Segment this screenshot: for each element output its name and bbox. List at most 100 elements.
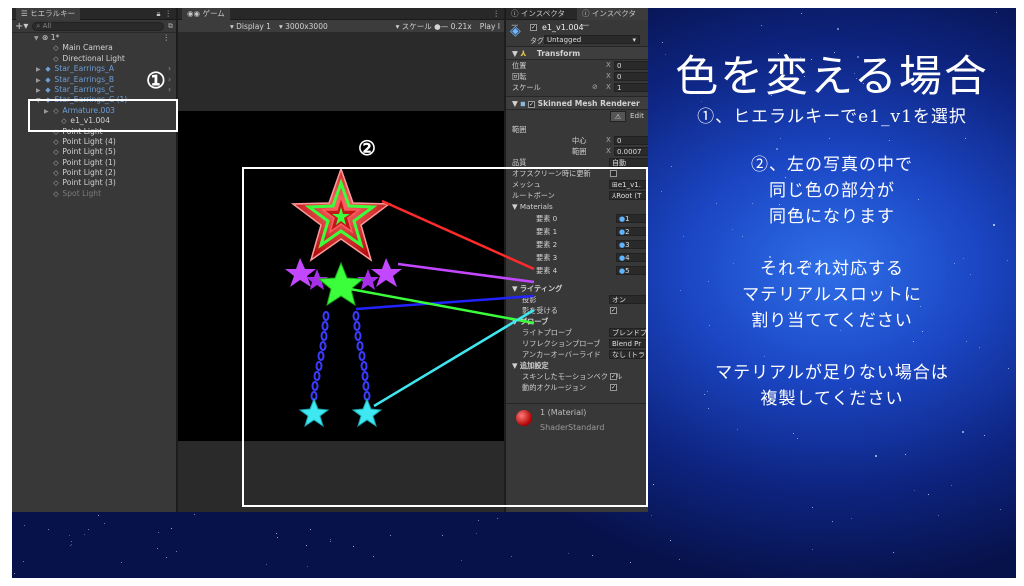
search-input[interactable]: ⌕ All <box>32 21 164 31</box>
object-name: e1_v1.004 <box>542 23 584 32</box>
center-x-label: X <box>606 136 611 144</box>
menu-dots-icon[interactable]: ⋮ <box>165 9 173 18</box>
game-menu-icon[interactable]: ⋮ <box>493 9 501 18</box>
display-dropdown[interactable]: ▾ Display 1 <box>230 22 271 31</box>
skinned-mesh-renderer-header[interactable]: ▼ ⧈ ✓ Skinned Mesh Renderer <box>506 96 648 110</box>
play-focused-dropdown[interactable]: Play I <box>480 22 500 31</box>
chevron-right-icon[interactable]: › <box>168 85 171 95</box>
hierarchy-item[interactable]: ◇ Main Camera <box>12 43 176 53</box>
active-checkbox[interactable]: ✓ <box>530 24 537 31</box>
rotation-x-label: X <box>606 72 611 80</box>
background-star <box>811 548 813 550</box>
inspector-header: ⓘ インスペクター ⓘ インスペクター <box>506 8 648 30</box>
tag-dropdown[interactable]: Untagged ▾ <box>544 35 640 44</box>
marker-2: ② <box>358 136 376 160</box>
renderer-enabled-checkbox[interactable]: ✓ <box>527 100 535 108</box>
hierarchy-item[interactable]: ◇ Point Light (5) <box>12 147 176 157</box>
background-star <box>84 533 86 535</box>
background-star <box>120 561 122 563</box>
scale-value: 0.21x <box>450 21 472 31</box>
hierarchy-item-label: Point Light (5) <box>62 147 116 157</box>
background-star <box>193 514 195 515</box>
hierarchy-item[interactable]: ◇ Point Light (3) <box>12 178 176 188</box>
background-star <box>477 520 479 522</box>
transform-icon: ⅄ <box>520 49 527 58</box>
extent-x-field[interactable]: 0.0007 <box>614 147 648 156</box>
step3-block: それぞれ対応する マテリアルスロットに 割り当ててください <box>648 256 1016 334</box>
rotation-x-field[interactable]: 0 <box>614 72 648 81</box>
hierarchy-item-label: Spot Light <box>62 188 102 198</box>
step1-text: ①、ヒエラルキーでe1_v1を選択 <box>697 107 967 127</box>
step2-line1: ②、左の写真の中で <box>751 155 913 175</box>
tab-hierarchy[interactable]: ☰ ヒエラルキー <box>16 8 81 20</box>
hierarchy-header: ☰ ヒエラルキー 🔒︎ ⋮ <box>12 8 176 20</box>
scale-row: スケール ⊘ X 1 <box>506 82 648 93</box>
display-label: Display 1 <box>236 21 271 31</box>
chevron-right-icon[interactable]: › <box>168 75 171 85</box>
hierarchy-item[interactable]: ◇ Point Light (4) <box>12 137 176 147</box>
background-star <box>679 558 681 560</box>
tab-inspector-1[interactable]: ⓘ インスペクター <box>506 8 577 30</box>
bounds-row: 範囲 <box>506 124 648 135</box>
quality-dropdown[interactable]: 自動 <box>609 158 648 167</box>
hierarchy-item-label: Point Light (3) <box>62 178 116 188</box>
background-star <box>306 565 308 567</box>
background-star <box>70 540 72 542</box>
tab-game[interactable]: ◉◉ ゲーム <box>182 8 230 20</box>
background-star <box>265 564 267 566</box>
cube-outline-icon: ◇ <box>53 137 59 146</box>
background-star <box>742 235 744 237</box>
render-selection-box <box>242 167 648 507</box>
cube-outline-icon: ◇ <box>53 44 59 53</box>
hierarchy-tab-label: ヒエラルキー <box>30 8 76 18</box>
background-star <box>683 236 685 238</box>
lock-icon[interactable]: 🔒︎ <box>157 9 161 19</box>
tab-inspector-2[interactable]: ⓘ インスペクター <box>577 8 648 30</box>
resolution-dropdown[interactable]: ▾ 3000x3000 <box>279 22 328 31</box>
link-icon[interactable]: ⊘ <box>592 82 598 93</box>
resolution-label: 3000x3000 <box>285 21 328 31</box>
position-x-field[interactable]: 0 <box>614 61 648 70</box>
hierarchy-item[interactable]: ◇ Spot Light <box>12 189 176 199</box>
hierarchy-toolbar: +▾ ⌕ All ⧉ <box>12 20 176 33</box>
background-star <box>460 559 462 561</box>
add-button[interactable]: +▾ <box>15 21 28 32</box>
scene-row[interactable]: ▼ ⊛ 1* ⋮ <box>12 33 176 43</box>
background-star <box>591 555 593 557</box>
scene-menu-icon[interactable]: ⋮ <box>162 33 170 43</box>
game-toolbar: ▾ Display 1 ▾ 3000x3000 ▾ スケール ●— 0.21x … <box>178 20 504 32</box>
hierarchy-item[interactable]: ◇ Point Light (1) <box>12 158 176 168</box>
filter-icon[interactable]: ⧉ <box>168 22 173 31</box>
hierarchy-item[interactable]: ◇ Directional Light <box>12 54 176 64</box>
background-star <box>475 533 477 535</box>
cube-outline-icon: ◇ <box>53 179 59 188</box>
hierarchy-item-label: Point Light (1) <box>62 157 116 167</box>
background-star <box>330 540 332 542</box>
edit-bounds-button[interactable]: ⚠ <box>610 111 626 122</box>
hierarchy-item-label: Star_Earrings_A <box>54 64 115 74</box>
background-star <box>496 518 498 519</box>
object-header: ◈ ✓ e1_v1.004 タグ Untagged ▾ <box>506 20 648 46</box>
hierarchy-item-label: Point Light (2) <box>62 168 116 178</box>
scale-slider-knob[interactable]: ●— <box>434 22 448 31</box>
background-star <box>837 27 840 30</box>
position-x-label: X <box>606 61 611 69</box>
cube-outline-icon: ◇ <box>53 148 59 157</box>
center-x-field[interactable]: 0 <box>614 136 648 145</box>
chevron-right-icon[interactable]: › <box>168 64 171 74</box>
cube-outline-icon: ◇ <box>53 169 59 178</box>
scale-slider-group[interactable]: ▾ スケール ●— 0.21x <box>396 21 472 32</box>
tag-value: Untagged <box>547 36 582 44</box>
background-star <box>1000 509 1002 511</box>
background-star <box>937 515 939 517</box>
hierarchy-selection-box <box>28 99 178 132</box>
background-star <box>442 535 444 537</box>
extent-x-label: X <box>606 147 611 155</box>
scale-x-field[interactable]: 1 <box>614 83 648 92</box>
background-star <box>927 493 929 495</box>
game-tab-label: ゲーム <box>202 8 225 18</box>
background-star <box>893 551 895 553</box>
hierarchy-item[interactable]: ◇ Point Light (2) <box>12 168 176 178</box>
transform-header[interactable]: ▼ ⅄ Transform <box>506 46 648 60</box>
background-star <box>737 428 739 430</box>
